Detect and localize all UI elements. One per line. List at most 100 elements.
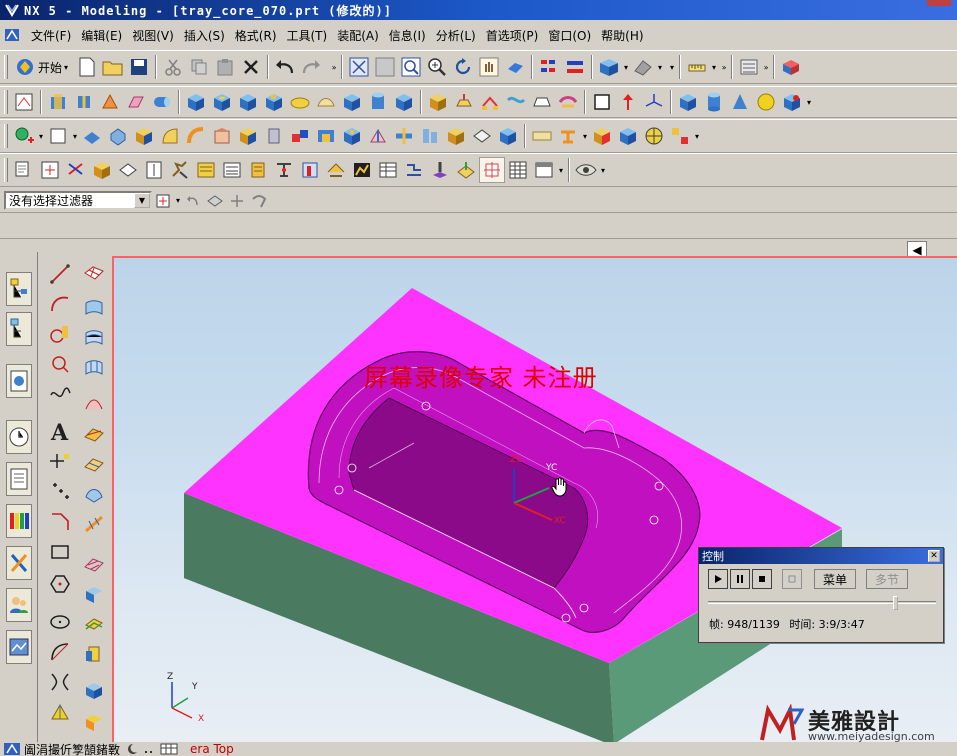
offset-face-icon[interactable] [503,89,529,115]
through-curves-icon[interactable] [80,324,108,352]
playback-slider[interactable] [708,596,936,610]
rebuild-icon[interactable] [453,157,479,183]
quick-pick-icon[interactable] [248,188,270,214]
bounded-plane-icon[interactable] [80,708,108,736]
rotate-icon[interactable] [450,54,476,80]
thicken-icon[interactable] [529,89,555,115]
law-extension-icon[interactable] [80,510,108,538]
zoom-icon[interactable] [424,54,450,80]
instance-icon[interactable] [105,123,131,149]
sheet-from-curves-icon[interactable] [80,676,108,704]
helix-icon[interactable] [46,698,74,726]
snap-point-icon[interactable] [152,188,174,214]
polygon-icon[interactable] [46,570,74,598]
promote-icon[interactable] [529,123,555,149]
toolbar-grip[interactable] [4,124,8,148]
part-navigator-icon[interactable] [736,54,762,80]
render-style-icon[interactable] [630,54,656,80]
cut-icon[interactable] [160,54,186,80]
chamfer-icon[interactable] [451,89,477,115]
stock-icon[interactable] [427,157,453,183]
menu-analysis[interactable]: 分析(L) [431,27,481,44]
replace-face-icon[interactable] [589,123,615,149]
model-view[interactable] [114,258,957,742]
edit-positioning-icon[interactable] [37,157,63,183]
unite-icon[interactable] [779,89,805,115]
extrude-icon[interactable] [45,89,71,115]
cylinder-icon[interactable] [149,89,175,115]
information-window-icon[interactable] [531,157,557,183]
menu-information[interactable]: 信息(I) [384,27,431,44]
text-icon[interactable]: A [46,418,74,446]
x-form-icon[interactable] [323,157,349,183]
paste-icon[interactable] [212,54,238,80]
sweep-icon[interactable] [97,89,123,115]
primitive-cylinder-icon[interactable] [701,89,727,115]
feature-pointer-icon[interactable] [479,157,505,183]
move-feature-icon[interactable] [63,157,89,183]
copy-icon[interactable] [186,54,212,80]
scale-icon[interactable] [443,123,469,149]
menu-edit[interactable]: 编辑(E) [76,27,127,44]
offset-region-icon[interactable] [555,123,581,149]
toolbar-grip[interactable] [4,90,8,114]
face-blend-icon[interactable] [209,123,235,149]
show-hide-eye-icon[interactable] [573,157,599,183]
cone-icon[interactable] [727,89,753,115]
pattern-icon[interactable] [287,123,313,149]
groove-icon[interactable] [339,89,365,115]
resize-face-icon[interactable] [615,123,641,149]
rectangle-curve-icon[interactable] [46,538,74,566]
pad-icon[interactable] [287,89,313,115]
unsuppress-icon[interactable] [349,157,375,183]
box-feature-icon[interactable] [235,123,261,149]
lines-and-arcs-icon[interactable] [46,320,74,348]
trim-icon[interactable] [391,123,417,149]
new-file-icon[interactable] [74,54,100,80]
bridge-surface-icon[interactable] [80,450,108,478]
graphics-window[interactable]: 屏幕录像专家 未注册 ZC YC XC Z Y X [112,256,957,742]
pause-button[interactable] [730,569,750,589]
toolbar-grip[interactable] [4,158,8,182]
swept-surface-icon[interactable] [80,390,108,418]
menu-view[interactable]: 视图(V) [127,27,179,44]
type-filter-select[interactable]: 没有选择过滤器 ▼ [4,191,152,210]
step-button[interactable] [782,569,802,589]
trimmed-sheet-icon[interactable] [80,610,108,638]
shaded-cube-icon[interactable] [596,54,622,80]
line-icon[interactable] [46,260,74,288]
arc-icon[interactable] [46,290,74,318]
block-icon[interactable] [183,89,209,115]
redo-icon[interactable] [298,54,324,80]
close-icon[interactable]: ✕ [928,550,940,562]
menu-button[interactable]: 菜单 [814,569,857,589]
system-visualization-icon[interactable] [6,630,32,664]
update-feature-icon[interactable] [245,157,271,183]
view-orient-icon[interactable] [502,54,528,80]
layer-settings-icon[interactable] [536,54,562,80]
process-studio-icon[interactable] [6,546,32,580]
start-button[interactable]: 开始 ▾ [11,54,74,80]
ellipse-icon[interactable] [46,608,74,636]
menu-insert[interactable]: 插入(S) [179,27,230,44]
feature-group-icon[interactable] [667,123,693,149]
point-icon[interactable] [11,123,37,149]
layer-visibility-icon[interactable] [562,54,588,80]
undo-selection-icon[interactable] [182,188,204,214]
primitive-block-icon[interactable] [675,89,701,115]
dots-icon[interactable] [142,743,156,755]
rectangle-icon[interactable] [589,89,615,115]
control-dialog-title-bar[interactable]: 控制 ✕ [699,548,943,564]
constraint-navigator-icon[interactable] [6,312,32,346]
chamfer-curve-icon[interactable] [46,508,74,536]
table-icon[interactable] [375,157,401,183]
zoom-window-icon[interactable] [398,54,424,80]
split-icon[interactable] [365,123,391,149]
trim-body-icon[interactable] [555,89,581,115]
sphere-icon[interactable] [753,89,779,115]
offset-surface-icon[interactable] [80,550,108,578]
assembly-navigator-icon[interactable] [6,272,32,306]
title-bar-control-icon[interactable] [927,0,951,6]
surface-edit-icon[interactable] [297,157,323,183]
tube-feature-icon[interactable] [261,123,287,149]
